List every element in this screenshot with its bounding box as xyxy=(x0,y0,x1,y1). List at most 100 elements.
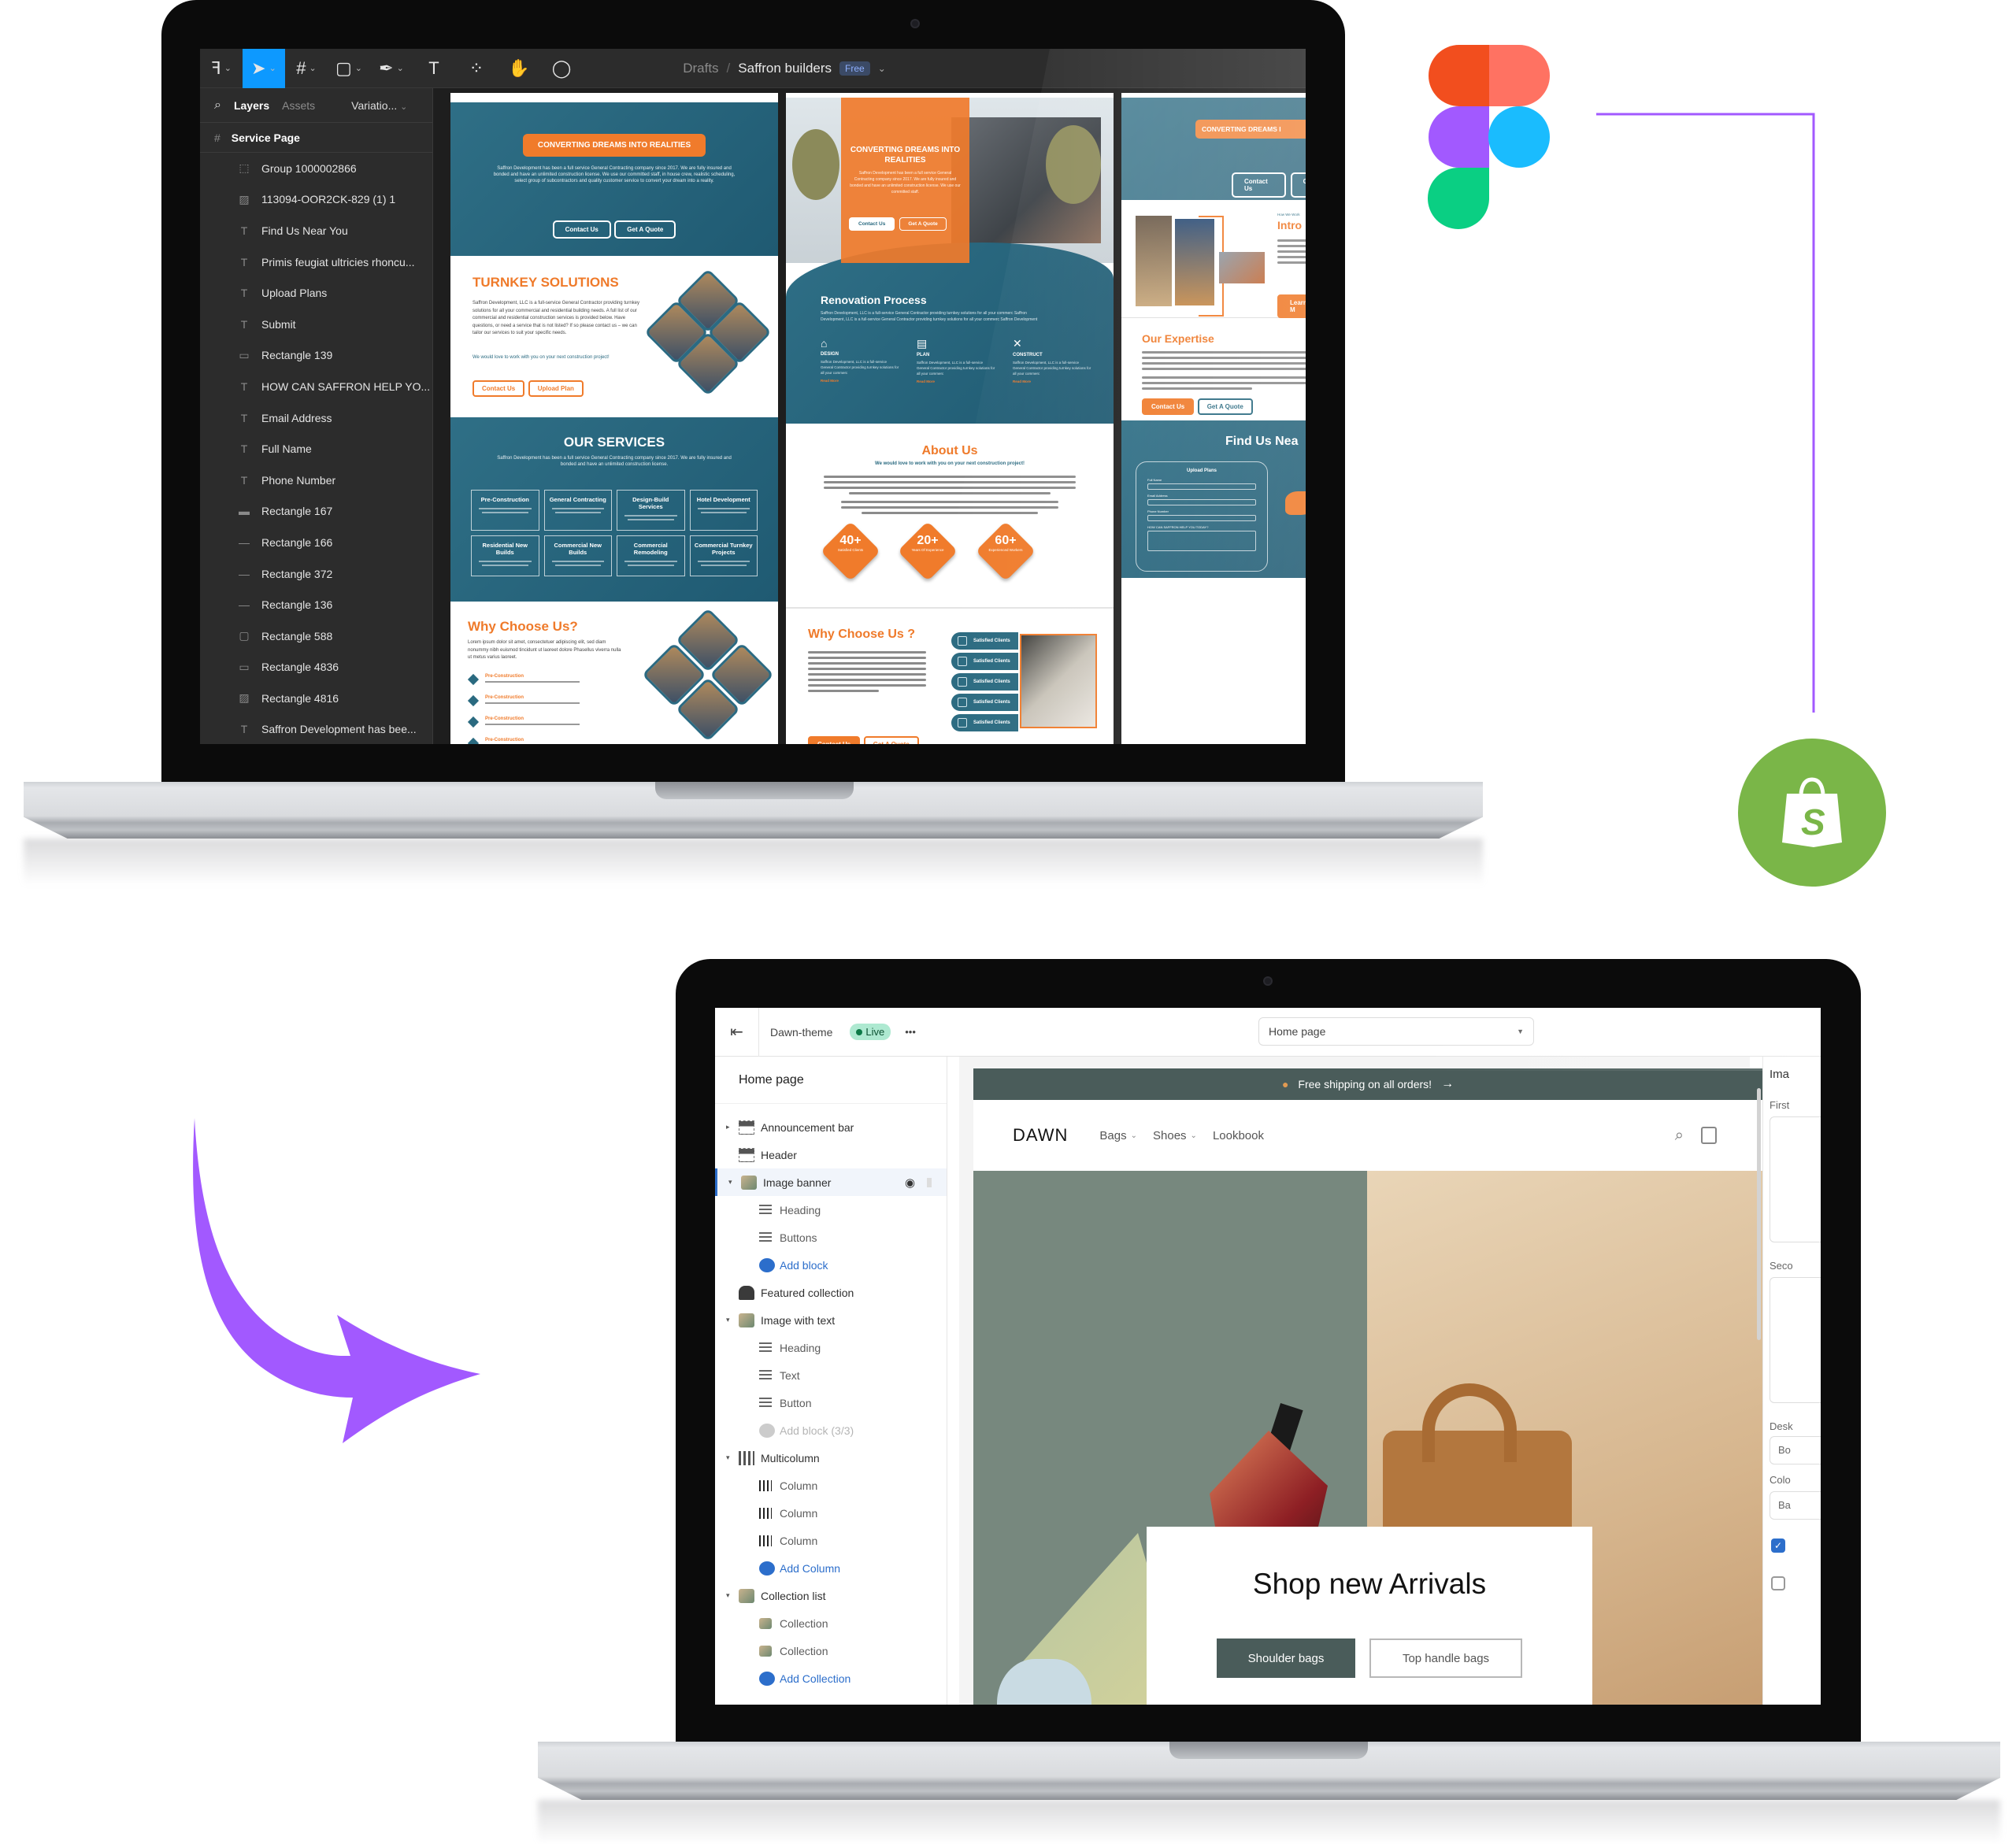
layer-item[interactable]: ▬ Rectangle 167 xyxy=(200,496,432,528)
drag-handle-icon[interactable] xyxy=(927,1177,932,1187)
section-block-item[interactable]: Add block xyxy=(715,1251,947,1279)
section-item[interactable]: ▾ Image banner ◉ xyxy=(715,1168,947,1196)
nav-bags[interactable]: Bags ⌄ xyxy=(1099,1129,1137,1142)
more-actions-button[interactable]: ••• xyxy=(905,1026,916,1038)
section-block-item[interactable]: Collection xyxy=(715,1609,947,1637)
section-item[interactable]: ▾ Image with text xyxy=(715,1306,947,1334)
layer-item[interactable]: T Upload Plans xyxy=(200,277,432,309)
section-item[interactable]: ▸ Announcement bar xyxy=(715,1113,947,1141)
cart-icon[interactable] xyxy=(1701,1127,1717,1144)
upload-plan-button[interactable]: Upload Plan xyxy=(528,380,584,397)
checkbox-checked[interactable]: ✓ xyxy=(1771,1539,1785,1553)
contact-us-button[interactable]: Contact Us xyxy=(472,380,525,397)
layer-item[interactable]: T Phone Number xyxy=(200,465,432,496)
layer-item[interactable]: — Rectangle 136 xyxy=(200,589,432,620)
image-picker-1[interactable] xyxy=(1770,1116,1821,1242)
layer-item[interactable]: ▨ Rectangle 4816 xyxy=(200,683,432,714)
learn-more-button[interactable]: Learn M xyxy=(1277,294,1306,318)
get-quote-button[interactable]: Get A Quote xyxy=(1197,398,1253,415)
section-block-item[interactable]: Button xyxy=(715,1389,947,1416)
section-block-item[interactable]: Column xyxy=(715,1499,947,1527)
layer-item[interactable]: T Primis feugiat ultricies rhoncu... xyxy=(200,246,432,278)
section-block-item[interactable]: Column xyxy=(715,1472,947,1499)
caret-down-icon[interactable]: ▾ xyxy=(726,1591,730,1600)
tab-assets[interactable]: Assets xyxy=(282,99,315,112)
nav-lookbook[interactable]: Lookbook xyxy=(1213,1129,1264,1142)
layer-item[interactable]: ▭ Rectangle 4836 xyxy=(200,652,432,683)
layer-item[interactable]: ▢ Rectangle 588 xyxy=(200,620,432,652)
design-frame-2[interactable]: CONVERTING DREAMS INTO REALITIES Saffron… xyxy=(786,93,1114,744)
read-more-link[interactable]: Read More xyxy=(1013,380,1091,383)
layer-item[interactable]: ⬚ Group 1000002866 xyxy=(200,153,432,184)
get-quote-button[interactable]: Get A Quote xyxy=(614,220,676,239)
process-step: ⌂ DESIGN Saffron Development, LLC is a ful… xyxy=(821,337,899,383)
contact-us-button[interactable]: Contact Us xyxy=(1232,172,1286,198)
get-quote-button[interactable]: Get A Quote xyxy=(899,217,947,231)
page-selector[interactable]: Home page ▼ xyxy=(1258,1017,1534,1046)
section-block-item[interactable]: Add block (3/3) xyxy=(715,1416,947,1444)
layer-item[interactable]: T Saffron Development has bee... xyxy=(200,714,432,744)
design-frame-1[interactable]: CONVERTING DREAMS INTO REALITIES Saffron… xyxy=(450,93,778,744)
breadcrumb-drafts[interactable]: Drafts xyxy=(683,61,718,76)
layer-item[interactable]: T Email Address xyxy=(200,402,432,434)
caret-right-icon[interactable]: ▸ xyxy=(726,1123,730,1131)
exit-editor-button[interactable]: ⇤ xyxy=(715,1008,759,1057)
top-handle-bags-button[interactable]: Top handle bags xyxy=(1369,1638,1522,1678)
read-more-link[interactable]: Read More xyxy=(917,380,995,383)
field-input[interactable] xyxy=(1147,483,1256,490)
tab-layers[interactable]: Layers xyxy=(234,99,269,112)
read-more-link[interactable]: Read More xyxy=(821,379,899,383)
get-quote-button[interactable]: Get xyxy=(1290,172,1306,198)
section-item[interactable]: Featured collection xyxy=(715,1279,947,1306)
section-block-item[interactable]: Heading xyxy=(715,1334,947,1361)
eye-icon[interactable]: ◉ xyxy=(905,1176,915,1190)
caret-down-icon[interactable]: ▾ xyxy=(728,1178,732,1187)
layer-item[interactable]: T Find Us Near You xyxy=(200,215,432,246)
search-icon[interactable]: ⌕ xyxy=(1675,1127,1684,1145)
layer-item[interactable]: — Rectangle 166 xyxy=(200,527,432,558)
design-canvas[interactable]: CONVERTING DREAMS INTO REALITIES Saffron… xyxy=(433,88,1306,744)
field-input[interactable] xyxy=(1147,531,1256,551)
section-item[interactable]: Header xyxy=(715,1141,947,1168)
contact-us-button[interactable]: Contact Us xyxy=(552,220,611,239)
layer-item[interactable]: T Full Name xyxy=(200,433,432,465)
section-block-item[interactable]: Add Column xyxy=(715,1554,947,1582)
caret-down-icon[interactable]: ▾ xyxy=(726,1453,730,1462)
section-block-item[interactable]: Heading xyxy=(715,1196,947,1224)
layer-item[interactable]: — Rectangle 372 xyxy=(200,558,432,590)
announcement-bar[interactable]: ● Free shipping on all orders! → xyxy=(973,1068,1762,1100)
field-input[interactable] xyxy=(1147,515,1256,521)
contact-us-button[interactable]: Contact Us xyxy=(1142,398,1195,415)
preview-scrollbar[interactable] xyxy=(1757,1088,1761,1340)
chevron-down-icon[interactable]: ⌄ xyxy=(878,63,886,74)
variations-dropdown[interactable]: Variatio... ⌄ xyxy=(351,99,407,112)
checkbox-unchecked[interactable] xyxy=(1771,1576,1785,1590)
layer-item[interactable]: ▭ Rectangle 139 xyxy=(200,340,432,372)
layer-item[interactable]: T HOW CAN SAFFRON HELP YO... xyxy=(200,371,432,402)
section-block-item[interactable]: Column xyxy=(715,1527,947,1554)
layer-item[interactable]: T Submit xyxy=(200,309,432,340)
image-banner[interactable]: Shop new Arrivals Shoulder bags Top hand… xyxy=(973,1171,1762,1705)
section-item[interactable]: ▾ Collection list xyxy=(715,1582,947,1609)
section-block-item[interactable]: Collection xyxy=(715,1637,947,1664)
design-frame-3[interactable]: CONVERTING DREAMS I Contact Us Get How W… xyxy=(1121,93,1306,744)
get-quote-button[interactable]: Get A Quote xyxy=(863,736,919,744)
nav-shoes[interactable]: Shoes ⌄ xyxy=(1153,1129,1197,1142)
section-block-item[interactable]: Text xyxy=(715,1361,947,1389)
contact-us-button[interactable]: Contact Us xyxy=(808,736,861,744)
section-block-item[interactable]: Add Collection xyxy=(715,1664,947,1692)
contact-us-button[interactable]: Contact Us xyxy=(849,217,895,231)
image-picker-2[interactable] xyxy=(1770,1277,1821,1403)
search-icon[interactable]: ⌕ xyxy=(214,98,221,113)
field-input[interactable] xyxy=(1147,499,1256,505)
layer-frame-service-page[interactable]: # Service Page xyxy=(200,123,432,153)
file-name[interactable]: Saffron builders xyxy=(738,61,832,76)
store-logo[interactable]: DAWN xyxy=(1013,1125,1068,1146)
section-item[interactable]: ▾ Multicolumn xyxy=(715,1444,947,1472)
section-block-item[interactable]: Buttons xyxy=(715,1224,947,1251)
color-select[interactable]: Ba xyxy=(1770,1491,1821,1520)
layer-item[interactable]: ▨ 113094-OOR2CK-829 (1) 1 xyxy=(200,184,432,216)
desktop-select[interactable]: Bo xyxy=(1770,1436,1821,1464)
caret-down-icon[interactable]: ▾ xyxy=(726,1316,730,1324)
shoulder-bags-button[interactable]: Shoulder bags xyxy=(1217,1638,1355,1678)
